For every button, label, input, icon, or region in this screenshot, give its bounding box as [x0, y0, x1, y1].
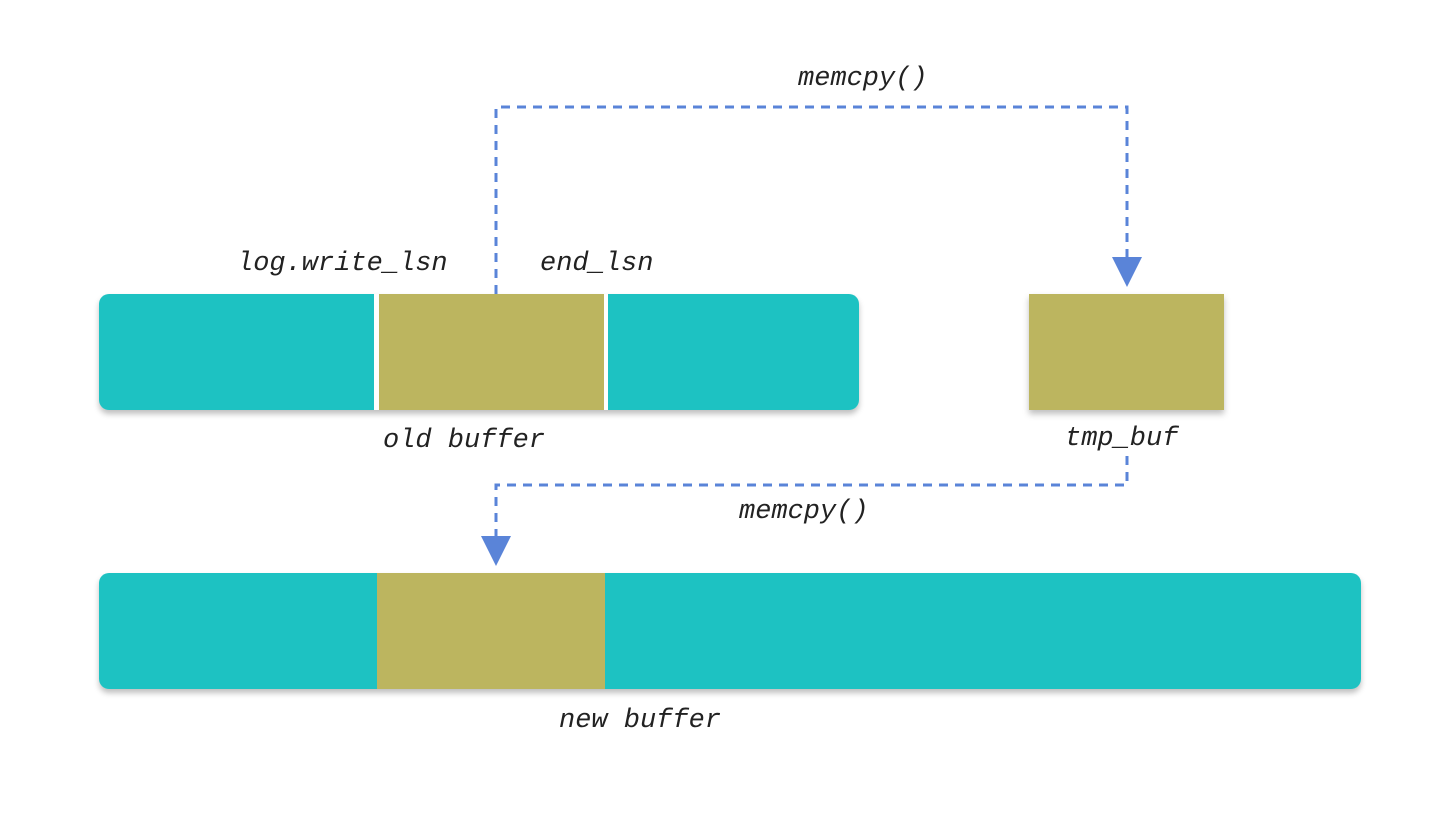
new-buffer-seg-3 — [605, 573, 1361, 689]
memcpy-bottom-label: memcpy() — [739, 497, 869, 527]
old-buffer-seg-3 — [608, 294, 859, 410]
log-write-lsn-label: log.write_lsn — [237, 249, 448, 279]
new-buffer-caption: new buffer — [559, 706, 721, 736]
memcpy-top-label: memcpy() — [798, 64, 928, 94]
new-buffer-seg-1 — [99, 573, 377, 689]
end-lsn-label: end_lsn — [540, 249, 653, 279]
new-buffer-seg-2 — [377, 573, 605, 689]
tmp-buf-caption: tmp_buf — [1065, 424, 1178, 454]
new-buffer — [99, 573, 1361, 689]
tmp-buf-box — [1029, 294, 1224, 410]
old-buffer-seg-1 — [99, 294, 374, 410]
old-buffer-seg-2 — [379, 294, 604, 410]
old-buffer — [99, 294, 859, 410]
old-buffer-caption: old buffer — [383, 426, 545, 456]
